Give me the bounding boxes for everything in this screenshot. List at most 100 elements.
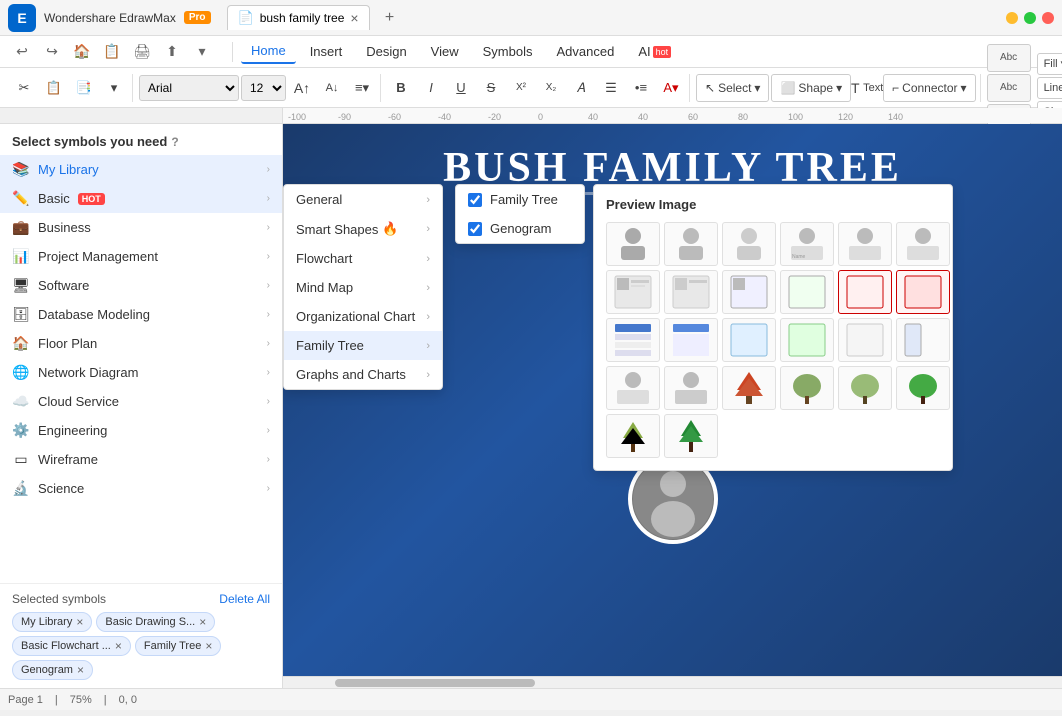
style-abc-2[interactable]: Abc bbox=[987, 74, 1031, 102]
preview-cell-15[interactable] bbox=[722, 318, 776, 362]
sidebar-item-database-modeling[interactable]: 🗄 Database Modeling › bbox=[0, 300, 282, 329]
close-tab-icon[interactable]: × bbox=[350, 10, 358, 26]
export-button[interactable]: ⬆ bbox=[158, 38, 186, 66]
preview-cell-8[interactable] bbox=[664, 270, 718, 314]
preview-cell-4[interactable]: Name bbox=[780, 222, 834, 266]
menu-ai[interactable]: AIhot bbox=[628, 40, 681, 63]
preview-cell-12[interactable] bbox=[896, 270, 950, 314]
bold-button[interactable]: B bbox=[387, 74, 415, 102]
cut-button[interactable]: ✂ bbox=[10, 74, 38, 102]
text-tool-button[interactable]: T Text bbox=[853, 74, 881, 102]
menu-flowchart[interactable]: Flowchart › bbox=[284, 244, 442, 273]
sidebar-item-my-library[interactable]: 📚 My Library › bbox=[0, 155, 282, 184]
select-tool-button[interactable]: ↖Select▾ bbox=[696, 74, 769, 102]
new-button[interactable]: 📋 bbox=[98, 38, 126, 66]
superscript-button[interactable]: X² bbox=[507, 74, 535, 102]
preview-cell-11[interactable] bbox=[838, 270, 892, 314]
tag-basic-flowchart-close[interactable]: × bbox=[115, 639, 122, 653]
preview-cell-13[interactable] bbox=[606, 318, 660, 362]
minimize-button[interactable] bbox=[1006, 12, 1018, 24]
sidebar-item-science[interactable]: 🔬 Science › bbox=[0, 474, 282, 503]
preview-cell-19[interactable] bbox=[606, 366, 660, 410]
sidebar-item-floor-plan[interactable]: 🏠 Floor Plan › bbox=[0, 329, 282, 358]
genogram-checkbox[interactable] bbox=[468, 222, 482, 236]
preview-cell-1[interactable] bbox=[606, 222, 660, 266]
new-tab-button[interactable]: + bbox=[378, 6, 402, 30]
undo-button[interactable]: ↩ bbox=[8, 38, 36, 66]
tag-genogram-close[interactable]: × bbox=[77, 663, 84, 677]
preview-cell-5[interactable] bbox=[838, 222, 892, 266]
copy-button[interactable]: 📋 bbox=[40, 74, 68, 102]
sidebar-item-cloud-service[interactable]: ☁️ Cloud Service › bbox=[0, 387, 282, 416]
preview-cell-2[interactable] bbox=[664, 222, 718, 266]
preview-cell-tree-4[interactable] bbox=[896, 366, 950, 410]
menu-advanced[interactable]: Advanced bbox=[546, 40, 624, 63]
sidebar-item-wireframe[interactable]: ▭ Wireframe › bbox=[0, 445, 282, 474]
underline-button[interactable]: U bbox=[447, 74, 475, 102]
menu-mind-map[interactable]: Mind Map › bbox=[284, 273, 442, 302]
sidebar-item-engineering[interactable]: ⚙️ Engineering › bbox=[0, 416, 282, 445]
preview-cell-tree-5[interactable] bbox=[606, 414, 660, 458]
close-button[interactable] bbox=[1042, 12, 1054, 24]
preview-cell-16[interactable] bbox=[780, 318, 834, 362]
preview-cell-14[interactable] bbox=[664, 318, 718, 362]
text-align-button[interactable]: ≡▾ bbox=[348, 74, 376, 102]
numbered-list-button[interactable]: ☰ bbox=[597, 74, 625, 102]
menu-organizational-chart[interactable]: Organizational Chart › bbox=[284, 302, 442, 331]
menu-graphs-charts[interactable]: Graphs and Charts › bbox=[284, 360, 442, 389]
preview-cell-tree-6[interactable] bbox=[664, 414, 718, 458]
tag-my-library-close[interactable]: × bbox=[76, 615, 83, 629]
font-family-select[interactable]: Arial bbox=[139, 75, 239, 101]
menu-general[interactable]: General › bbox=[284, 185, 442, 214]
preview-cell-18[interactable] bbox=[896, 318, 950, 362]
connector-tool-button[interactable]: ⌐Connector▾ bbox=[883, 74, 975, 102]
font-size-select[interactable]: 12 bbox=[241, 75, 286, 101]
font-size-down-button[interactable]: A↓ bbox=[318, 74, 346, 102]
print-button[interactable]: 🖨 bbox=[128, 38, 156, 66]
maximize-button[interactable] bbox=[1024, 12, 1036, 24]
preview-cell-7[interactable] bbox=[606, 270, 660, 314]
paste-more-button[interactable]: ▾ bbox=[100, 74, 128, 102]
menu-symbols[interactable]: Symbols bbox=[473, 40, 543, 63]
menu-family-tree[interactable]: Family Tree › bbox=[284, 331, 442, 360]
more-nav-button[interactable]: ▾ bbox=[188, 38, 216, 66]
menu-insert[interactable]: Insert bbox=[300, 40, 353, 63]
delete-all-button[interactable]: Delete All bbox=[219, 592, 270, 606]
menu-smart-shapes[interactable]: Smart Shapes 🔥 › bbox=[284, 214, 442, 244]
submenu-family-tree-item[interactable]: Family Tree bbox=[456, 185, 584, 214]
sidebar-item-network-diagram[interactable]: 🌐 Network Diagram › bbox=[0, 358, 282, 387]
line-button[interactable]: Line▾ bbox=[1037, 77, 1062, 99]
horizontal-scrollbar[interactable] bbox=[283, 676, 1062, 688]
menu-view[interactable]: View bbox=[421, 40, 469, 63]
preview-cell-9[interactable] bbox=[722, 270, 776, 314]
font-size-up-button[interactable]: A↑ bbox=[288, 74, 316, 102]
preview-cell-tree-2[interactable] bbox=[780, 366, 834, 410]
preview-cell-20[interactable] bbox=[664, 366, 718, 410]
tag-basic-drawing-close[interactable]: × bbox=[199, 615, 206, 629]
preview-cell-17[interactable] bbox=[838, 318, 892, 362]
italic-button[interactable]: I bbox=[417, 74, 445, 102]
preview-cell-tree-3[interactable] bbox=[838, 366, 892, 410]
sidebar-item-business[interactable]: 💼 Business › bbox=[0, 213, 282, 242]
preview-cell-tree-1[interactable] bbox=[722, 366, 776, 410]
submenu-genogram-item[interactable]: Genogram bbox=[456, 214, 584, 243]
strikethrough-button[interactable]: S bbox=[477, 74, 505, 102]
preview-cell-10[interactable] bbox=[780, 270, 834, 314]
canvas-area[interactable]: BUSH FAMILY TREE Samuel Pre... (1863- bbox=[283, 124, 1062, 688]
shape-tool-button[interactable]: ⬜Shape▾ bbox=[771, 74, 851, 102]
redo-button[interactable]: ↪ bbox=[38, 38, 66, 66]
home-button[interactable]: 🏠 bbox=[68, 38, 96, 66]
preview-cell-3[interactable] bbox=[722, 222, 776, 266]
scroll-thumb[interactable] bbox=[335, 679, 535, 687]
subscript-button[interactable]: X₂ bbox=[537, 74, 565, 102]
sidebar-item-software[interactable]: 🖥 Software › bbox=[0, 271, 282, 300]
text-effect-button[interactable]: 𝐴 bbox=[567, 74, 595, 102]
preview-cell-6[interactable] bbox=[896, 222, 950, 266]
sidebar-item-basic[interactable]: ✏️ Basic HOT › bbox=[0, 184, 282, 213]
paste-button[interactable]: 📑 bbox=[70, 74, 98, 102]
fill-button[interactable]: Fill▾ bbox=[1037, 53, 1062, 75]
file-tab[interactable]: 📄 bush family tree × bbox=[227, 5, 370, 30]
tag-family-tree-close[interactable]: × bbox=[205, 639, 212, 653]
family-tree-checkbox[interactable] bbox=[468, 193, 482, 207]
bullet-list-button[interactable]: •≡ bbox=[627, 74, 655, 102]
